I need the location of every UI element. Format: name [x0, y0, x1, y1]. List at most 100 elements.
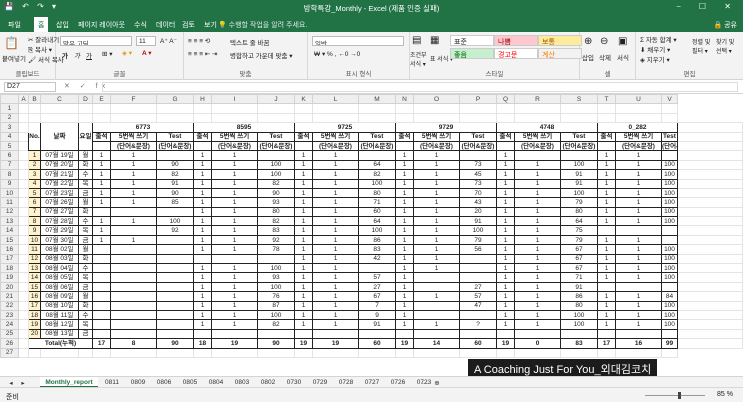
cell[interactable] — [677, 309, 743, 321]
data-cell[interactable] — [156, 150, 194, 161]
data-cell[interactable]: 86 — [560, 291, 598, 302]
data-cell[interactable]: 1 — [193, 281, 212, 293]
cell[interactable] — [18, 178, 29, 189]
sub-header[interactable] — [395, 140, 414, 152]
column-header[interactable]: I — [211, 94, 258, 105]
data-cell[interactable]: 1 — [395, 234, 414, 246]
data-cell[interactable]: 100 — [661, 216, 678, 227]
day-cell[interactable]: 수 — [78, 216, 93, 227]
row-header[interactable]: 21 — [0, 291, 19, 302]
cell[interactable] — [677, 178, 743, 189]
cell[interactable] — [677, 150, 743, 161]
data-cell[interactable] — [615, 328, 662, 340]
style-neutral[interactable]: 보통 — [538, 35, 582, 46]
data-cell[interactable]: 1 — [496, 319, 515, 330]
share-button[interactable]: 🔒 공유 — [713, 20, 737, 30]
data-cell[interactable]: 1 — [395, 216, 414, 227]
zoom-slider-knob[interactable] — [678, 392, 681, 399]
data-cell[interactable]: 100 — [661, 159, 678, 171]
data-cell[interactable]: 76 — [257, 291, 295, 302]
cell[interactable] — [677, 281, 743, 293]
sub-header[interactable]: 출석 — [193, 131, 212, 142]
data-cell[interactable]: 83 — [358, 244, 396, 255]
data-cell[interactable]: 57 — [358, 272, 396, 283]
cell[interactable] — [496, 103, 515, 114]
data-cell[interactable] — [110, 263, 157, 274]
style-bad[interactable]: 나쁨 — [494, 35, 538, 46]
day-cell[interactable]: 수 — [78, 169, 93, 180]
total-cell[interactable]: 90 — [156, 338, 194, 349]
data-cell[interactable] — [615, 225, 662, 236]
data-cell[interactable]: 100 — [661, 244, 678, 255]
data-cell[interactable]: 1 — [496, 253, 515, 265]
data-cell[interactable] — [193, 328, 212, 340]
data-cell[interactable]: 1 — [312, 300, 359, 312]
data-cell[interactable]: 82 — [257, 319, 295, 330]
data-cell[interactable]: 1 — [294, 300, 313, 312]
data-cell[interactable]: 78 — [257, 244, 295, 255]
cell[interactable] — [677, 319, 743, 330]
data-cell[interactable]: 91 — [560, 281, 598, 293]
group-title[interactable]: 4748 — [496, 122, 598, 133]
cell[interactable] — [18, 140, 29, 152]
data-cell[interactable] — [110, 309, 157, 321]
data-cell[interactable]: 1 — [312, 244, 359, 255]
data-cell[interactable]: 90 — [156, 159, 194, 171]
data-cell[interactable] — [110, 281, 157, 293]
row-header[interactable]: 23 — [0, 309, 19, 321]
date-cell[interactable]: 07월 29일 — [40, 225, 79, 236]
data-cell[interactable]: 1 — [312, 234, 359, 246]
cell[interactable] — [677, 328, 743, 340]
row-number[interactable]: 7 — [28, 206, 41, 218]
data-cell[interactable]: 1 — [514, 253, 561, 265]
data-cell[interactable]: 1 — [496, 187, 515, 199]
format-cells-button[interactable]: 서식 — [617, 52, 629, 62]
data-cell[interactable]: 27 — [459, 281, 497, 293]
sub-header[interactable] — [92, 140, 111, 152]
data-cell[interactable]: 1 — [395, 319, 414, 330]
data-cell[interactable]: 1 — [294, 234, 313, 246]
sub-header[interactable]: (단어&문장) — [459, 140, 497, 152]
data-cell[interactable] — [110, 253, 157, 265]
column-header[interactable]: L — [312, 94, 359, 105]
data-cell[interactable]: 83 — [257, 225, 295, 236]
column-header[interactable]: N — [395, 94, 414, 105]
data-cell[interactable]: 1 — [413, 225, 460, 236]
cell[interactable] — [560, 112, 598, 124]
data-cell[interactable]: 1 — [193, 300, 212, 312]
data-cell[interactable]: 1 — [110, 234, 157, 246]
day-cell[interactable]: 금 — [78, 281, 93, 293]
data-cell[interactable]: 1 — [514, 197, 561, 208]
row-header[interactable]: 3 — [0, 122, 19, 133]
data-cell[interactable]: 1 — [110, 178, 157, 189]
data-cell[interactable] — [413, 300, 460, 312]
date-cell[interactable]: 08월 09일 — [40, 291, 79, 302]
data-cell[interactable]: 1 — [294, 309, 313, 321]
cell[interactable] — [560, 356, 598, 358]
row-number[interactable]: 13 — [28, 263, 41, 274]
data-cell[interactable]: 1 — [110, 216, 157, 227]
data-cell[interactable]: 87 — [257, 300, 295, 312]
column-header[interactable]: M — [358, 94, 396, 105]
data-cell[interactable]: 1 — [514, 225, 561, 236]
data-cell[interactable]: 1 — [413, 244, 460, 255]
data-cell[interactable]: 1 — [514, 319, 561, 330]
column-header[interactable]: R — [514, 94, 561, 105]
name-box[interactable]: D27 — [4, 82, 56, 92]
data-cell[interactable] — [661, 150, 678, 161]
data-cell[interactable]: 1 — [395, 178, 414, 189]
data-cell[interactable]: 1 — [597, 319, 616, 330]
align-top-icon[interactable]: ≡ ≡ ≡ ⟲ — [188, 37, 210, 45]
day-cell[interactable]: 금 — [78, 187, 93, 199]
data-cell[interactable]: 100 — [661, 197, 678, 208]
tell-me-input[interactable]: 💡 수행할 작업을 알려 주세요. — [218, 20, 307, 30]
total-cell[interactable]: 19 — [294, 338, 313, 349]
bold-button[interactable]: 가 — [62, 50, 68, 60]
data-cell[interactable]: 1 — [312, 319, 359, 330]
data-cell[interactable]: 1 — [496, 263, 515, 274]
date-cell[interactable]: 08월 05일 — [40, 272, 79, 283]
data-cell[interactable]: 1 — [193, 234, 212, 246]
sub-header[interactable]: (단어&문장) — [257, 140, 295, 152]
data-cell[interactable]: 1 — [496, 197, 515, 208]
cell[interactable] — [395, 356, 414, 358]
